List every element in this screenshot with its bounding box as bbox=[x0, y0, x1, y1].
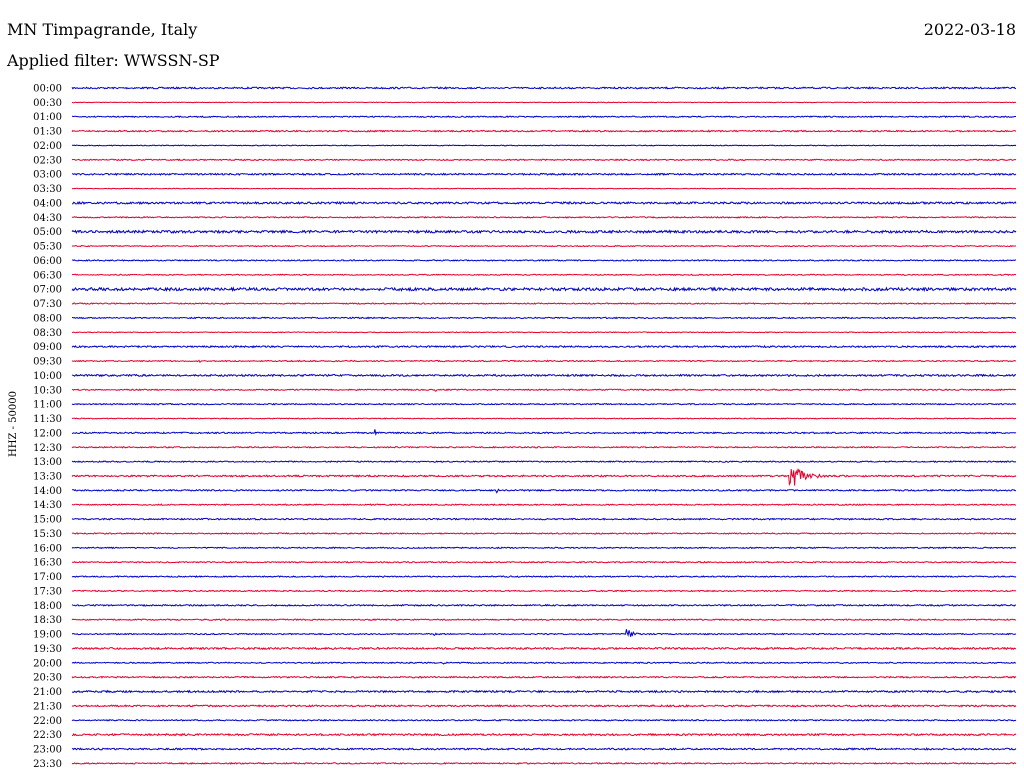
row-time-label: 15:30 bbox=[33, 529, 62, 540]
row-time-label: 16:30 bbox=[33, 558, 62, 569]
trace-line bbox=[71, 575, 1017, 579]
trace-line bbox=[71, 172, 1017, 176]
trace-line bbox=[71, 129, 1017, 133]
row-time-label: 08:30 bbox=[33, 328, 62, 339]
trace-line bbox=[71, 302, 1017, 305]
row-time-label: 07:00 bbox=[33, 285, 62, 296]
trace-line bbox=[71, 331, 1017, 334]
trace-line bbox=[71, 560, 1017, 564]
row-time-label: 13:00 bbox=[33, 457, 62, 468]
trace-line bbox=[71, 259, 1016, 262]
row-time-label: 15:00 bbox=[33, 515, 62, 526]
trace-line bbox=[71, 101, 1017, 104]
row-time-label: 00:30 bbox=[33, 98, 62, 109]
row-time-label: 06:00 bbox=[33, 256, 62, 267]
row-time-label: 20:00 bbox=[33, 658, 62, 669]
trace-line bbox=[71, 86, 1017, 90]
trace-line bbox=[71, 187, 1017, 190]
trace-line bbox=[71, 661, 1017, 665]
trace-line bbox=[71, 429, 1017, 436]
trace-rows: 00:00 00:30 01:00 01:30 02:00 02:30 03:00 03:30… bbox=[33, 84, 1017, 770]
trace-line bbox=[71, 732, 1017, 737]
row-time-label: 19:00 bbox=[33, 630, 62, 641]
row-time-label: 04:30 bbox=[33, 213, 62, 224]
row-time-label: 11:00 bbox=[33, 400, 62, 411]
row-time-label: 22:30 bbox=[33, 730, 62, 741]
trace-line bbox=[72, 144, 1017, 147]
row-time-label: 23:00 bbox=[33, 745, 62, 756]
trace-line bbox=[71, 589, 1017, 593]
trace-line bbox=[71, 273, 1017, 277]
row-time-label: 05:30 bbox=[33, 242, 62, 253]
row-time-label: 17:00 bbox=[33, 572, 62, 583]
trace-line bbox=[71, 675, 1017, 679]
row-time-label: 00:00 bbox=[33, 84, 62, 95]
trace-line bbox=[71, 244, 1016, 248]
row-time-label: 09:00 bbox=[33, 342, 62, 353]
trace-line bbox=[71, 402, 1017, 406]
trace-line bbox=[71, 704, 1017, 708]
trace-line bbox=[71, 200, 1017, 206]
trace-line bbox=[71, 388, 1017, 393]
trace-line bbox=[71, 689, 1017, 694]
row-time-label: 03:00 bbox=[33, 170, 62, 181]
row-time-label: 12:00 bbox=[33, 428, 62, 439]
row-time-label: 21:00 bbox=[33, 687, 62, 698]
row-time-label: 14:30 bbox=[33, 500, 62, 511]
trace-line bbox=[71, 158, 1017, 162]
row-time-label: 16:00 bbox=[33, 543, 62, 554]
row-time-label: 13:30 bbox=[33, 471, 62, 482]
trace-line bbox=[71, 460, 1017, 464]
trace-line bbox=[71, 517, 1017, 521]
trace-line bbox=[71, 761, 1017, 765]
row-time-label: 19:30 bbox=[33, 644, 62, 655]
row-time-label: 09:30 bbox=[33, 357, 62, 368]
row-time-label: 01:00 bbox=[33, 112, 62, 123]
trace-line bbox=[71, 115, 1016, 119]
row-time-label: 02:00 bbox=[33, 141, 62, 152]
trace-line bbox=[71, 373, 1017, 378]
row-time-label: 10:00 bbox=[33, 371, 62, 382]
row-time-label: 01:30 bbox=[33, 127, 62, 138]
trace-line bbox=[71, 747, 1017, 751]
trace-line bbox=[71, 646, 1017, 651]
row-time-label: 12:30 bbox=[33, 443, 62, 454]
row-time-label: 14:00 bbox=[33, 486, 62, 497]
trace-line bbox=[71, 417, 1017, 420]
row-time-label: 05:00 bbox=[33, 227, 62, 238]
row-time-label: 18:00 bbox=[33, 601, 62, 612]
trace-line bbox=[71, 618, 1017, 622]
trace-line bbox=[71, 229, 1017, 235]
row-time-label: 10:30 bbox=[33, 385, 62, 396]
trace-line bbox=[71, 344, 1017, 349]
row-time-label: 04:00 bbox=[33, 198, 62, 209]
trace-line bbox=[71, 445, 1017, 449]
trace-line bbox=[71, 603, 1017, 607]
row-time-label: 21:30 bbox=[33, 701, 62, 712]
trace-line bbox=[71, 488, 1017, 494]
y-axis-label: HHZ - 50000 bbox=[8, 391, 19, 457]
row-time-label: 17:30 bbox=[33, 586, 62, 597]
row-time-label: 11:30 bbox=[33, 414, 62, 425]
helicorder-chart: 00:00 00:30 01:00 01:30 02:00 02:30 03:00 03:30… bbox=[8, 84, 1017, 770]
row-time-label: 08:00 bbox=[33, 313, 62, 324]
trace-line bbox=[71, 468, 1017, 486]
trace-line bbox=[71, 718, 1017, 722]
row-time-label: 03:30 bbox=[33, 184, 62, 195]
row-time-label: 18:30 bbox=[33, 615, 62, 626]
trace-line bbox=[71, 286, 1017, 293]
trace-line bbox=[71, 546, 1017, 550]
row-time-label: 22:00 bbox=[33, 716, 62, 727]
trace-line bbox=[71, 532, 1017, 535]
row-time-label: 20:30 bbox=[33, 673, 62, 684]
trace-line bbox=[71, 629, 1017, 637]
trace-line bbox=[71, 359, 1017, 363]
row-time-label: 23:30 bbox=[33, 759, 62, 770]
row-time-label: 07:30 bbox=[33, 299, 62, 310]
row-time-label: 02:30 bbox=[33, 155, 62, 166]
trace-line bbox=[71, 215, 1017, 219]
trace-line bbox=[71, 316, 1017, 320]
row-time-label: 06:30 bbox=[33, 270, 62, 281]
trace-line bbox=[71, 503, 1017, 507]
